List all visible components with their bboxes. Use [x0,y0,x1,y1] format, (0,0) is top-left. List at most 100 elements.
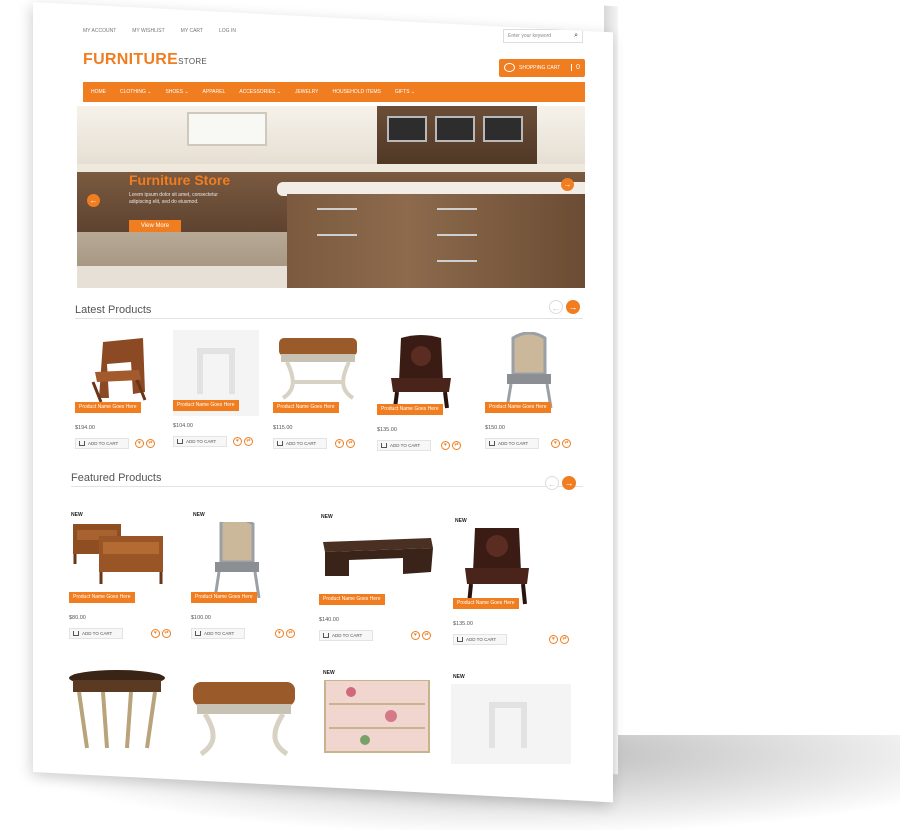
product-image-coffee-table[interactable] [319,524,433,604]
product-image-placeholder[interactable] [451,684,571,764]
add-to-cart-button[interactable]: ADD TO CART [75,438,129,449]
compare-icon[interactable]: ⇄ [452,441,461,450]
currency-selector[interactable]: USD ⌄ [563,6,582,13]
compare-icon[interactable]: ⇄ [422,631,431,640]
compare-icon[interactable]: ⇄ [162,629,171,638]
product-name[interactable]: Product Name Goes Here [453,598,519,609]
product-image-placeholder[interactable] [173,330,261,416]
site-logo[interactable]: FURNITURESTORE [83,51,207,69]
add-to-cart-button[interactable]: ADD TO CART [485,438,539,449]
featured-next-arrow-icon[interactable]: → [562,476,576,490]
wishlist-heart-icon[interactable]: ♥ [411,631,420,640]
side-table-image [69,670,165,749]
product-name[interactable]: Product Name Goes Here [191,592,257,603]
wishlist-heart-icon[interactable]: ♥ [551,439,560,448]
product-image-carved-chair[interactable] [453,524,541,608]
product-card[interactable]: NEW Product Name Goes Here $140.00 ADD T… [319,514,433,641]
nav-gifts[interactable]: GIFTS ⌄ [395,89,415,95]
add-to-cart-button[interactable]: ADD TO CART [69,628,123,639]
product-name[interactable]: Product Name Goes Here [485,402,551,413]
cart-icon [177,439,183,444]
search-icon[interactable]: ⌕ [574,32,578,40]
product-name[interactable]: Product Name Goes Here [273,402,339,413]
compare-icon[interactable]: ⇄ [562,439,571,448]
nav-shoes[interactable]: SHOES ⌄ [165,89,188,95]
product-card[interactable]: Product Name Goes Here $104.00 ADD TO CA… [173,330,261,447]
product-name[interactable]: Product Name Goes Here [75,402,141,413]
search-input[interactable]: Enter your keyword ⌕ [503,29,583,43]
product-image-carved-chair[interactable] [377,334,465,414]
wishlist-heart-icon[interactable]: ♥ [135,439,144,448]
featured-prev-arrow-icon[interactable]: ← [545,476,559,490]
compare-icon[interactable]: ⇄ [346,439,355,448]
product-image-leather-ottoman[interactable] [189,678,295,758]
main-navigation: HOME CLOTHING ⌄ SHOES ⌄ APPAREL ACCESSOR… [83,82,585,102]
add-to-cart-button[interactable]: ADD TO CART [191,628,245,639]
product-name[interactable]: Product Name Goes Here [69,592,135,603]
section-divider [71,486,583,487]
ottoman-image [193,682,295,757]
cart-icon [73,631,79,636]
product-card[interactable]: NEW [451,674,571,764]
add-to-cart-button[interactable]: ADD TO CART [377,440,431,451]
latest-next-arrow-icon[interactable]: → [566,300,580,314]
log-in-link[interactable]: LOG IN [219,28,236,34]
wishlist-heart-icon[interactable]: ♥ [151,629,160,638]
my-wishlist-link[interactable]: MY WISHLIST [132,28,164,34]
product-card[interactable]: NEW Product Name Goes Here $80.00 ADD TO… [69,512,171,639]
wishlist-heart-icon[interactable]: ♥ [335,439,344,448]
product-card[interactable]: NEW [321,670,430,760]
product-name[interactable]: Product Name Goes Here [173,400,239,411]
compare-icon[interactable]: ⇄ [286,629,295,638]
product-card[interactable]: Product Name Goes Here $115.00 ADD TO CA… [273,332,361,449]
nav-apparel[interactable]: APPAREL [203,89,226,95]
view-more-button[interactable]: View More [129,220,181,232]
nightstands-image [73,524,163,584]
add-to-cart-button[interactable]: ADD TO CART [273,438,327,449]
store-selector[interactable]: Furniture Store ⌄ [507,6,554,13]
product-price: $140.00 [319,617,339,623]
add-to-cart-button[interactable]: ADD TO CART [453,634,507,645]
product-image-cane-chair[interactable] [485,331,573,412]
product-card[interactable]: Product Name Goes Here $135.00 ADD TO CA… [377,334,465,451]
wishlist-heart-icon[interactable]: ♥ [441,441,450,450]
wishlist-heart-icon[interactable]: ♥ [549,635,558,644]
new-badge: NEW [455,518,467,524]
product-card[interactable] [189,678,295,758]
product-card[interactable]: Product Name Goes Here $194.00 ADD TO CA… [75,332,163,449]
product-card[interactable] [67,670,165,750]
nav-clothing[interactable]: CLOTHING ⌄ [120,89,151,95]
cart-icon [504,63,515,72]
wishlist-heart-icon[interactable]: ♥ [233,437,242,446]
latest-prev-arrow-icon[interactable]: ← [549,300,563,314]
cart-icon [195,631,201,636]
armchair-image [91,338,147,403]
product-name[interactable]: Product Name Goes Here [319,594,385,605]
product-image-floral-dresser[interactable] [321,679,430,760]
product-image-round-side-table[interactable] [67,670,165,750]
product-name[interactable]: Product Name Goes Here [377,404,443,415]
arrow-right-icon[interactable]: → [561,178,574,191]
shopping-cart-button[interactable]: SHOPPING CART 0 [499,59,585,77]
product-card[interactable]: NEW Product Name Goes Here $100.00 ADD T… [191,512,295,639]
product-card[interactable]: Product Name Goes Here $150.00 ADD TO CA… [485,331,573,449]
compare-icon[interactable]: ⇄ [560,635,569,644]
my-cart-link[interactable]: MY CART [181,28,203,34]
product-card[interactable]: NEW Product Name Goes Here $135.00 ADD T… [453,518,569,645]
arrow-left-icon[interactable]: ← [87,194,100,207]
compare-icon[interactable]: ⇄ [146,439,155,448]
nav-jewelry[interactable]: JEWELRY [295,89,319,95]
nav-accessories[interactable]: ACCESSORIES ⌄ [239,89,281,95]
product-image-cane-chair[interactable] [191,517,279,602]
add-to-cart-button[interactable]: ADD TO CART [173,436,227,447]
add-to-cart-button[interactable]: ADD TO CART [319,630,373,641]
nav-home[interactable]: HOME [91,89,106,95]
nav-household-items[interactable]: HOUSEHOLD ITEMS [333,89,381,95]
wishlist-heart-icon[interactable]: ♥ [275,629,284,638]
product-image-wooden-armchair[interactable] [75,332,163,412]
my-account-link[interactable]: MY ACCOUNT [83,28,116,34]
product-image-nightstands[interactable] [69,522,163,602]
logo-sub-text: STORE [178,57,208,66]
compare-icon[interactable]: ⇄ [244,437,253,446]
product-image-leather-ottoman[interactable] [273,332,361,412]
